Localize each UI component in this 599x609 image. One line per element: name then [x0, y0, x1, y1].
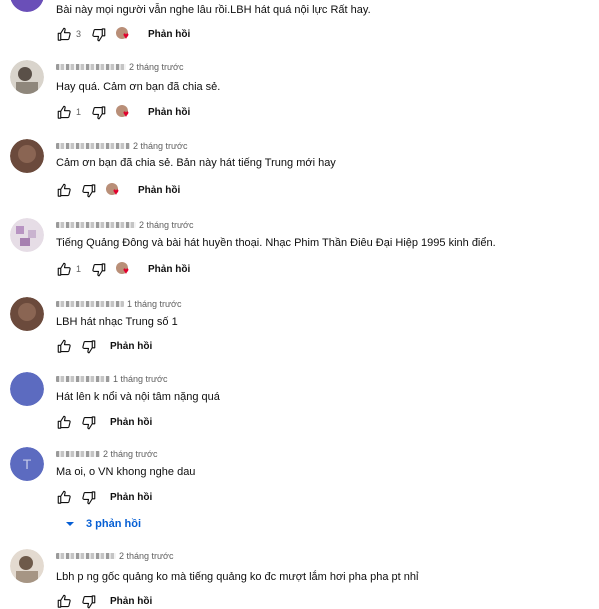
comment-text: Hay quá. Cảm ơn bạn đã chia sẻ.: [56, 81, 221, 93]
comment-header: 2 tháng trước: [56, 549, 173, 563]
creator-heart-icon: ♥: [106, 182, 124, 198]
author-name[interactable]: [56, 222, 136, 228]
comment-actions: 1 ♥ Phản hồi: [56, 261, 190, 277]
comment-actions: Phản hồi: [56, 593, 152, 609]
avatar[interactable]: [10, 0, 44, 12]
thumb-up-icon[interactable]: [56, 104, 72, 120]
author-name[interactable]: [56, 376, 110, 382]
creator-heart-icon: ♥: [116, 26, 134, 42]
view-replies-label: 3 phản hồi: [86, 518, 141, 530]
avatar[interactable]: T: [10, 447, 44, 481]
reply-button[interactable]: Phản hồi: [110, 492, 152, 503]
comment-actions: ♥ Phản hồi: [56, 182, 180, 198]
comment-header: 2 tháng trước: [56, 218, 193, 232]
comment-text: LBH hát nhạc Trung số 1: [56, 316, 178, 328]
reply-button[interactable]: Phản hồi: [110, 417, 152, 428]
comment-actions: 1 ♥ Phản hồi: [56, 104, 190, 120]
chevron-down-icon: [62, 516, 78, 532]
thumb-down-icon[interactable]: [80, 593, 96, 609]
comment-text: Ma oi, o VN khong nghe dau: [56, 466, 196, 478]
thumb-down-icon[interactable]: [80, 489, 96, 505]
comment-header: 2 tháng trước: [56, 60, 183, 74]
avatar[interactable]: [10, 218, 44, 252]
comment-time[interactable]: 2 tháng trước: [133, 141, 187, 151]
comment-text: Hát lên k nổi và nội tâm nặng quá: [56, 391, 220, 403]
comment-actions: Phản hồi: [56, 489, 152, 505]
comment-time[interactable]: 1 tháng trước: [127, 299, 181, 309]
thumb-down-icon[interactable]: [90, 261, 106, 277]
comment-time[interactable]: 2 tháng trước: [129, 62, 183, 72]
reply-button[interactable]: Phản hồi: [148, 107, 190, 118]
comment-text: Bài này mọi người vẫn nghe lâu rồi.LBH h…: [56, 4, 371, 16]
comment-time[interactable]: 2 tháng trước: [119, 551, 173, 561]
thumb-up-icon[interactable]: [56, 26, 72, 42]
reply-button[interactable]: Phản hồi: [148, 264, 190, 275]
thumb-down-icon[interactable]: [80, 414, 96, 430]
avatar[interactable]: [10, 60, 44, 94]
comment-time[interactable]: 1 tháng trước: [113, 374, 167, 384]
author-name[interactable]: [56, 451, 100, 457]
comment-time[interactable]: 2 tháng trước: [139, 220, 193, 230]
comment-header: 2 tháng trước: [56, 139, 187, 153]
avatar[interactable]: [10, 372, 44, 406]
reply-button[interactable]: Phản hồi: [138, 185, 180, 196]
author-name[interactable]: [56, 143, 130, 149]
author-name[interactable]: [56, 64, 126, 70]
thumb-up-icon[interactable]: [56, 414, 72, 430]
thumb-down-icon[interactable]: [90, 104, 106, 120]
thumb-up-icon[interactable]: [56, 593, 72, 609]
comment-header: 1 tháng trước: [56, 372, 167, 386]
author-name[interactable]: [56, 553, 116, 559]
reply-button[interactable]: Phản hồi: [110, 596, 152, 607]
comment-text: Tiếng Quảng Đông và bài hát huyền thoại.…: [56, 237, 496, 249]
comment-text: Lbh p ng gốc quảng ko mà tiếng quảng ko …: [56, 571, 419, 583]
avatar[interactable]: [10, 549, 44, 583]
thumb-down-icon[interactable]: [90, 26, 106, 42]
author-name[interactable]: [56, 301, 124, 307]
comment-time[interactable]: 2 tháng trước: [103, 449, 157, 459]
thumb-up-icon[interactable]: [56, 489, 72, 505]
thumb-up-icon[interactable]: [56, 182, 72, 198]
avatar[interactable]: [10, 139, 44, 173]
comment-header: 2 tháng trước: [56, 447, 157, 461]
comment-actions: 3 ♥ Phản hồi: [56, 26, 190, 42]
reply-button[interactable]: Phản hồi: [110, 341, 152, 352]
thumb-down-icon[interactable]: [80, 338, 96, 354]
like-count: 1: [76, 107, 82, 117]
comment-header: 1 tháng trước: [56, 297, 181, 311]
like-count: 1: [76, 264, 82, 274]
thumb-down-icon[interactable]: [80, 182, 96, 198]
comment-text: Cảm ơn bạn đã chia sẻ. Bản này hát tiếng…: [56, 157, 336, 169]
reply-button[interactable]: Phản hồi: [148, 29, 190, 40]
avatar[interactable]: [10, 297, 44, 331]
creator-heart-icon: ♥: [116, 104, 134, 120]
view-replies-button[interactable]: 3 phản hồi: [62, 516, 141, 532]
thumb-up-icon[interactable]: [56, 338, 72, 354]
like-count: 3: [76, 29, 82, 39]
comment-actions: Phản hồi: [56, 338, 152, 354]
svg-text:T: T: [23, 456, 32, 472]
comment-actions: Phản hồi: [56, 414, 152, 430]
thumb-up-icon[interactable]: [56, 261, 72, 277]
creator-heart-icon: ♥: [116, 261, 134, 277]
